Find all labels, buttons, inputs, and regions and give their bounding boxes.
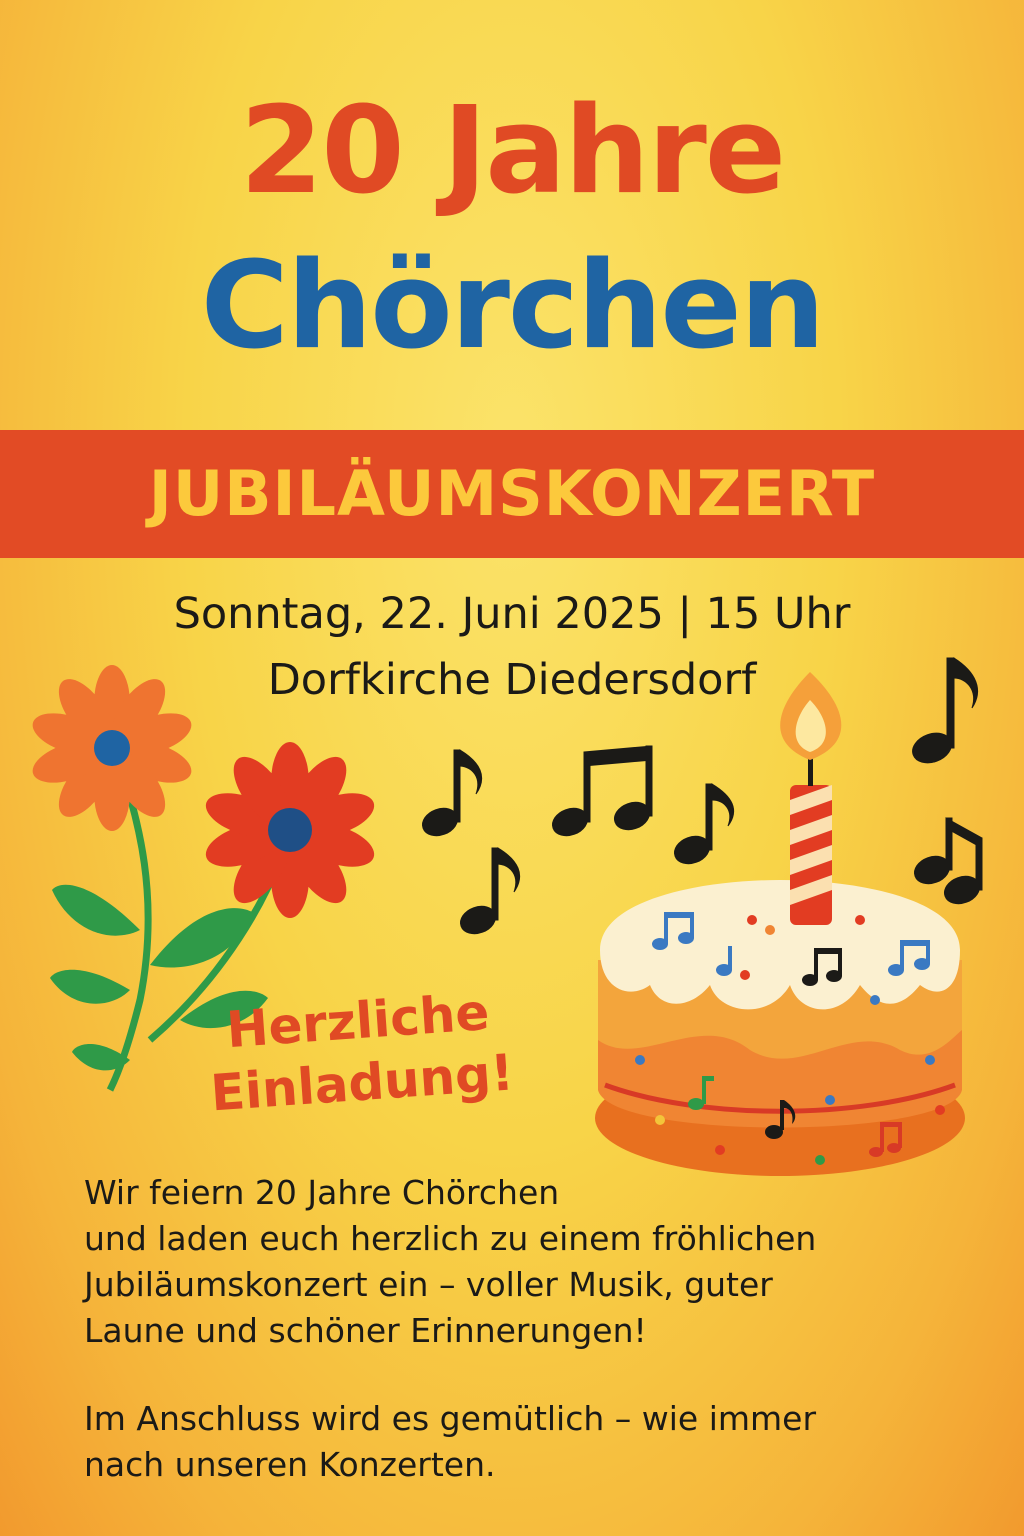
event-poster: 20 Jahre Chörchen JUBILÄUMSKONZERT Sonnt… [0, 0, 1024, 1536]
description-line: Laune und schöner Erinnerungen! [84, 1311, 647, 1350]
music-note-icon [460, 847, 520, 935]
closing-paragraph: Im Anschluss wird es gemütlich – wie imm… [84, 1396, 964, 1488]
title-choir-name: Chörchen [200, 237, 826, 376]
invitation-callout: Herzliche Einladung! [166, 977, 554, 1127]
description-line: und laden euch herzlich zu einem fröhlic… [84, 1219, 817, 1258]
music-note-icon [552, 745, 653, 837]
banner: JUBILÄUMSKONZERT [0, 430, 1024, 558]
event-date-time: Sonntag, 22. Juni 2025 | 15 Uhr [173, 589, 851, 639]
title-years: 20 Jahre [239, 82, 786, 221]
flower-icon [205, 742, 375, 918]
closing-line: nach unseren Konzerten. [84, 1445, 496, 1484]
banner-title: JUBILÄUMSKONZERT [148, 457, 876, 530]
music-note-icon [914, 817, 983, 905]
description-line: Wir feiern 20 Jahre Chörchen [84, 1173, 560, 1212]
music-note-icon [422, 749, 482, 837]
description-line: Jubiläumskonzert ein – voller Musik, gut… [84, 1265, 773, 1304]
music-note-icon [674, 783, 734, 865]
event-venue: Dorfkirche Diedersdorf [267, 655, 757, 705]
description-paragraph: Wir feiern 20 Jahre Chörchen und laden e… [84, 1170, 964, 1354]
closing-line: Im Anschluss wird es gemütlich – wie imm… [84, 1399, 817, 1438]
